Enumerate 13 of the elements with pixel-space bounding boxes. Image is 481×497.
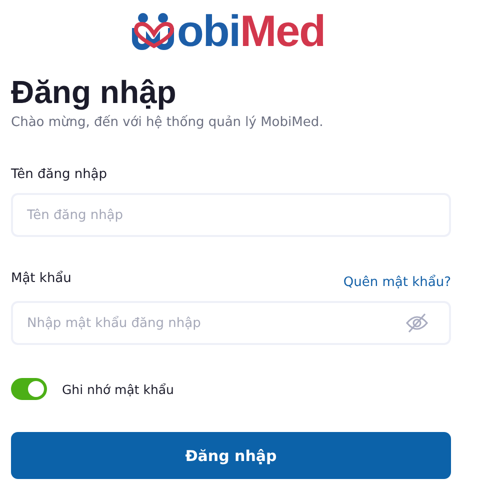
login-button[interactable]: Đăng nhập — [11, 432, 451, 479]
password-label: Mật khẩu — [11, 270, 72, 288]
remember-label: Ghi nhớ mật khẩu — [62, 382, 174, 396]
forgot-password-link[interactable]: Quên mật khẩu? — [343, 274, 451, 292]
logo: obiMed — [132, 6, 325, 52]
remember-toggle[interactable] — [11, 378, 47, 400]
username-field[interactable]: Tên đăng nhập — [11, 193, 451, 237]
password-field[interactable]: Nhập mật khẩu đăng nhập — [11, 301, 451, 345]
eye-off-icon[interactable] — [405, 311, 429, 335]
subtitle: Chào mừng, đến với hệ thống quản lý MobiMed. — [11, 114, 324, 132]
username-label: Tên đăng nhập — [11, 166, 108, 184]
page-title: Đăng nhập — [11, 74, 178, 110]
people-icon — [132, 12, 176, 52]
